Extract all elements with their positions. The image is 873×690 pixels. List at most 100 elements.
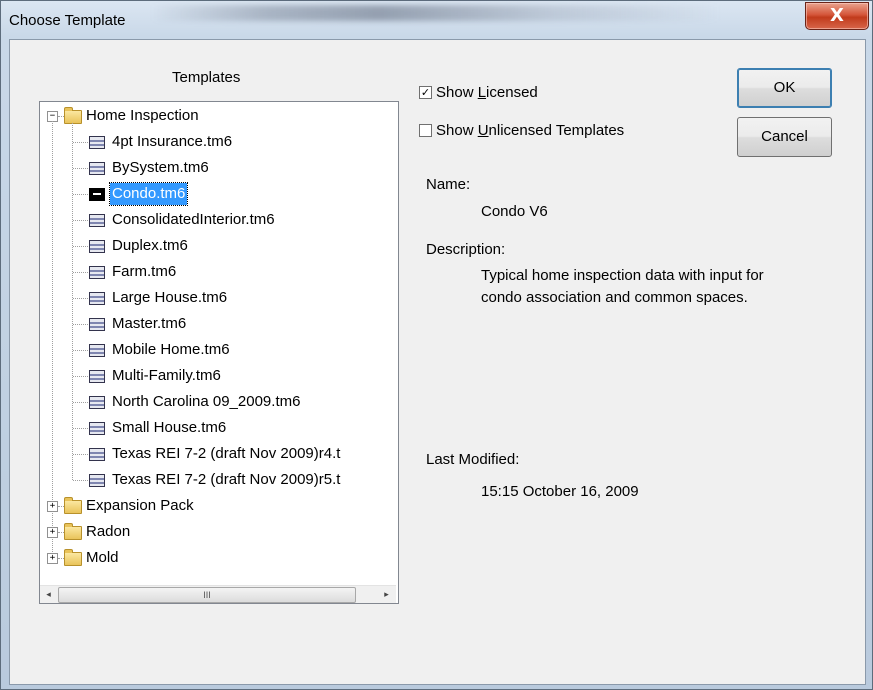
tree-connector	[73, 454, 88, 455]
tree-item-template[interactable]: ConsolidatedInterior.tm6	[40, 209, 396, 231]
tree-connector	[52, 121, 53, 558]
template-file-icon	[89, 162, 105, 175]
template-file-icon	[89, 396, 105, 409]
tree-content: − Home Inspection 4pt Insurance.tm6 BySyste…	[40, 102, 396, 585]
tree-connector	[73, 220, 88, 221]
template-file-icon	[89, 266, 105, 279]
tree-item-template[interactable]: 4pt Insurance.tm6	[40, 131, 396, 153]
folder-icon	[64, 497, 82, 514]
template-file-name: Farm.tm6	[112, 263, 177, 280]
tree-connector	[73, 350, 88, 351]
tree-item-template[interactable]: Large House.tm6	[40, 287, 396, 309]
expand-icon[interactable]: +	[47, 553, 58, 564]
tree-item-template[interactable]: Master.tm6	[40, 313, 396, 335]
tree-item-template[interactable]: BySystem.tm6	[40, 157, 396, 179]
tree-connector	[73, 168, 88, 169]
template-file-icon	[89, 318, 105, 331]
scroll-thumb[interactable]: III	[58, 587, 356, 603]
template-file-name: Small House.tm6	[112, 419, 227, 436]
template-file-name: 4pt Insurance.tm6	[112, 133, 233, 150]
scroll-left-button[interactable]: ◂	[40, 586, 57, 603]
tree-item-template[interactable]: Condo.tm6	[40, 182, 396, 206]
scroll-right-icon: ▸	[384, 589, 389, 599]
template-file-name: North Carolina 09_2009.tm6	[112, 393, 301, 410]
template-file-icon	[89, 214, 105, 227]
show-licensed-label: Show Licensed	[436, 84, 538, 101]
tree-connector	[73, 376, 88, 377]
title-bar-background	[151, 5, 721, 21]
ok-button[interactable]: OK	[737, 68, 832, 108]
tree-connector	[73, 142, 88, 143]
scroll-left-icon: ◂	[46, 589, 51, 599]
folder-icon	[64, 107, 82, 124]
show-unlicensed-label: Show Unlicensed Templates	[436, 122, 625, 139]
template-file-name: Texas REI 7-2 (draft Nov 2009)r4.t	[112, 445, 341, 462]
tree-folder-collapsed[interactable]: + Expansion Pack	[40, 495, 396, 517]
template-file-name: Large House.tm6	[112, 289, 228, 306]
dialog-body: Templates − Home Inspection 4pt Insurance.…	[9, 39, 866, 685]
cancel-button[interactable]: Cancel	[737, 117, 832, 157]
choose-template-dialog: Choose Template X Templates − Home Inspec…	[0, 0, 873, 690]
name-value: Condo V6	[481, 203, 548, 220]
tree-connector	[73, 272, 88, 273]
template-file-name: BySystem.tm6	[112, 159, 209, 176]
expand-icon[interactable]: +	[47, 501, 58, 512]
tree-item-template[interactable]: Duplex.tm6	[40, 235, 396, 257]
tree-connector	[73, 324, 88, 325]
tree-connector	[73, 246, 88, 247]
last-modified-value: 15:15 October 16, 2009	[481, 483, 639, 500]
description-line-2: condo association and common spaces.	[481, 289, 748, 306]
close-button[interactable]: X	[805, 2, 869, 30]
tree-item-template[interactable]: Texas REI 7-2 (draft Nov 2009)r5.t	[40, 469, 396, 491]
tree-connector	[73, 402, 88, 403]
folder-icon	[64, 549, 82, 566]
template-file-icon	[89, 136, 105, 149]
tree-folder-label: Mold	[86, 549, 119, 566]
show-unlicensed-checkbox[interactable]	[419, 124, 432, 137]
description-label: Description:	[426, 241, 506, 258]
close-icon: X	[830, 5, 844, 26]
tree-connector	[73, 480, 88, 481]
tree-connector	[73, 194, 88, 195]
template-file-name: Master.tm6	[112, 315, 187, 332]
tree-item-template[interactable]: Texas REI 7-2 (draft Nov 2009)r4.t	[40, 443, 396, 465]
template-file-icon	[89, 422, 105, 435]
template-file-name: Mobile Home.tm6	[112, 341, 230, 358]
description-line-1: Typical home inspection data with input …	[481, 267, 764, 284]
template-file-name: Duplex.tm6	[112, 237, 188, 254]
template-file-name: Multi-Family.tm6	[112, 367, 221, 384]
window-title: Choose Template	[9, 12, 126, 29]
last-modified-label: Last Modified:	[426, 451, 520, 468]
template-file-icon	[89, 188, 105, 201]
expand-icon[interactable]: +	[47, 527, 58, 538]
tree-connector	[73, 298, 88, 299]
tree-item-template[interactable]: Small House.tm6	[40, 417, 396, 439]
tree-item-template[interactable]: Farm.tm6	[40, 261, 396, 283]
template-file-icon	[89, 448, 105, 461]
scroll-right-button[interactable]: ▸	[378, 586, 395, 603]
template-file-icon	[89, 474, 105, 487]
template-tree[interactable]: − Home Inspection 4pt Insurance.tm6 BySyste…	[39, 101, 399, 604]
templates-heading: Templates	[172, 69, 241, 86]
tree-item-template[interactable]: Mobile Home.tm6	[40, 339, 396, 361]
show-licensed-checkbox[interactable]: ✓	[419, 86, 432, 99]
tree-folder-label: Radon	[86, 523, 131, 540]
tree-folder-home-inspection[interactable]: − Home Inspection	[40, 105, 396, 127]
tree-item-template[interactable]: North Carolina 09_2009.tm6	[40, 391, 396, 413]
horizontal-scrollbar[interactable]: ◂ III ▸	[40, 585, 396, 603]
tree-folder-collapsed[interactable]: + Radon	[40, 521, 396, 543]
grip-icon: III	[203, 590, 211, 600]
folder-icon	[64, 523, 82, 540]
tree-item-template[interactable]: Multi-Family.tm6	[40, 365, 396, 387]
template-file-name: Condo.tm6	[108, 182, 189, 206]
tree-folder-label: Expansion Pack	[86, 497, 194, 514]
template-file-icon	[89, 370, 105, 383]
tree-folder-collapsed[interactable]: + Mold	[40, 547, 396, 569]
template-file-name: ConsolidatedInterior.tm6	[112, 211, 275, 228]
template-file-icon	[89, 344, 105, 357]
template-file-icon	[89, 240, 105, 253]
tree-connector	[73, 428, 88, 429]
name-label: Name:	[426, 176, 471, 193]
template-file-icon	[89, 292, 105, 305]
title-bar[interactable]: Choose Template X	[1, 1, 872, 39]
